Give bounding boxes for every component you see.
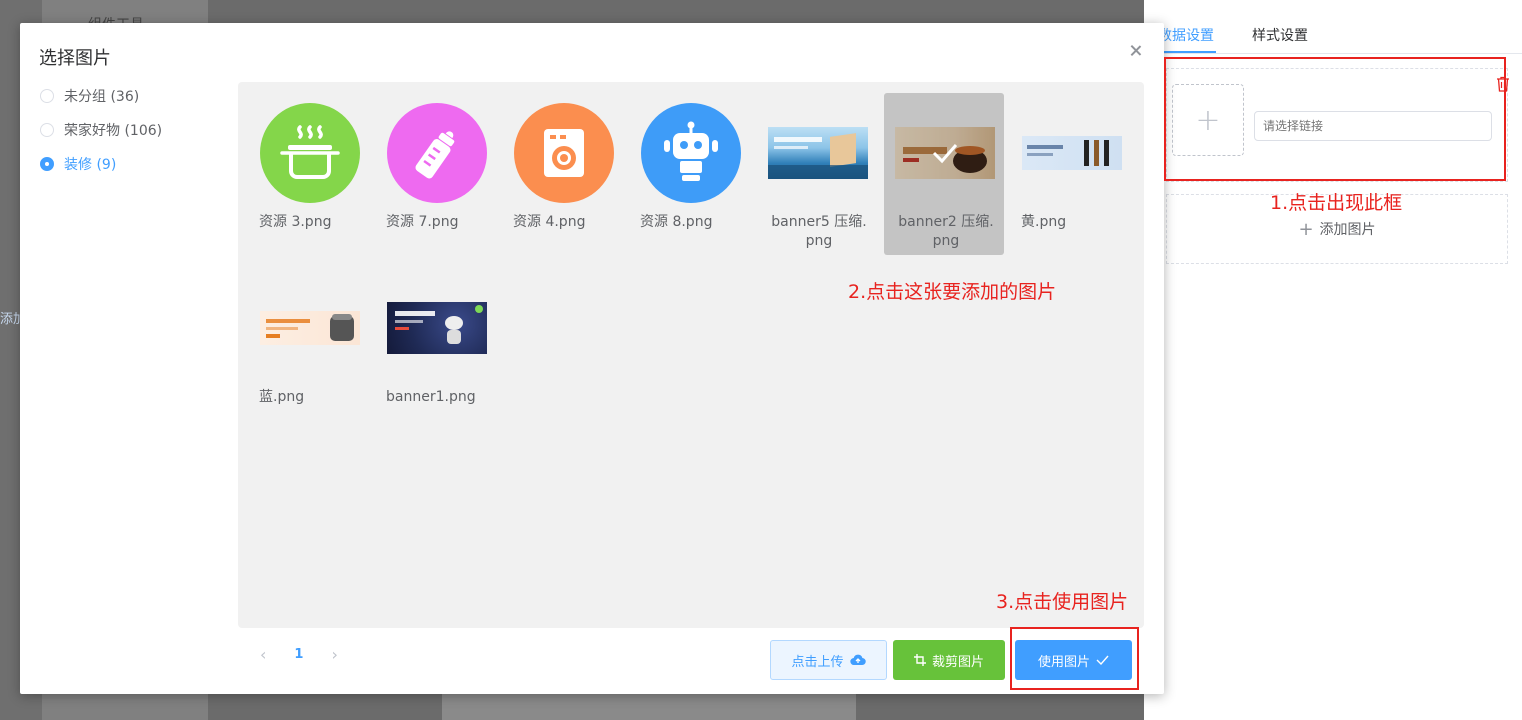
upload-button[interactable]: 点击上传 [770,640,887,680]
add-image-label: 添加图片 [1319,222,1376,238]
check-icon [932,144,958,164]
cooker-banner-thumbnail [260,311,360,345]
annotation-step-3: 3.点击使用图片 [996,591,1129,613]
dialog-title: 选择图片 [39,48,111,69]
image-item[interactable]: 资源 4.png [503,93,623,255]
chevron-right-icon[interactable]: › [331,645,337,664]
group-label: 装修 (9) [64,157,117,173]
image-name: 资源 4.png [513,214,586,230]
group-label: 未分组 (36) [64,89,140,105]
group-item-decoration[interactable]: 装修 (9) [40,147,162,181]
chevron-left-icon[interactable]: ‹ [260,645,266,664]
food-banner-thumbnail [895,127,995,179]
cloud-upload-icon [849,654,866,666]
sea-banner-thumbnail [768,127,868,179]
close-icon[interactable] [1128,43,1144,59]
bottle-icon [387,103,487,203]
image-item[interactable]: 资源 7.png [376,93,496,255]
pot-icon [260,103,360,203]
image-item[interactable]: 蓝.png [249,268,369,430]
washer-icon [514,103,614,203]
tab-style-settings[interactable]: 样式设置 [1252,25,1308,45]
crop-image-button[interactable]: 裁剪图片 [893,640,1005,680]
plus-icon: + [1298,218,1314,240]
pagination: ‹ 1 › [260,645,338,664]
annotation-step-1: 1.点击出现此框 [1270,192,1403,214]
image-item-selected[interactable]: banner2 压缩.png [884,93,1004,255]
radio-icon [40,89,54,103]
group-list: 未分组 (36) 荣家好物 (106) 装修 (9) [40,79,162,181]
crop-icon [913,654,926,666]
robot-banner-thumbnail [387,302,487,354]
image-item[interactable]: banner5 压缩.png [757,93,877,255]
image-name: banner2 压缩.png [898,214,994,249]
crop-label: 裁剪图片 [931,654,984,670]
image-gallery: 资源 3.png 资源 7.png 资源 4.png 资源 8.png bann… [238,82,1144,628]
robot-icon [641,103,741,203]
radio-checked-icon [40,157,54,171]
tab-data-settings[interactable]: 数据设置 [1158,25,1214,45]
group-item-ungrouped[interactable]: 未分组 (36) [40,79,162,113]
group-item-rongjia[interactable]: 荣家好物 (106) [40,113,162,147]
image-name: banner1.png [386,389,476,405]
image-item[interactable]: banner1.png [376,268,496,430]
image-name: banner5 压缩.png [771,214,867,249]
group-label: 荣家好物 (106) [64,123,163,139]
upload-label: 点击上传 [791,654,844,670]
radio-icon [40,123,54,137]
annotation-step-2: 2.点击这张要添加的图片 [848,281,1057,303]
image-name: 黄.png [1021,214,1067,230]
settings-tabs: 数据设置 样式设置 [1144,22,1522,54]
preview-canvas-footer [442,692,856,720]
image-name: 蓝.png [259,389,305,405]
select-image-dialog: 选择图片 未分组 (36) 荣家好物 (106) 装修 (9) 资源 3.png… [20,23,1164,694]
annotation-box-link-card [1164,57,1506,181]
image-item[interactable]: 黄.png [1011,93,1131,255]
annotation-box-use-button [1010,627,1139,690]
image-item[interactable]: 资源 8.png [630,93,750,255]
image-name: 资源 3.png [259,214,332,230]
product-banner-thumbnail [1022,136,1122,170]
image-name: 资源 8.png [640,214,713,230]
page-number[interactable]: 1 [294,647,303,662]
image-item[interactable]: 资源 3.png [249,93,369,255]
image-name: 资源 7.png [386,214,459,230]
active-tab-indicator [1158,51,1216,53]
